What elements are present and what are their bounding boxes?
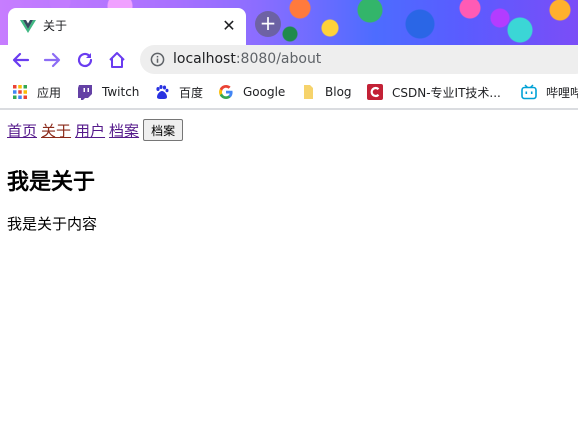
forward-button[interactable] xyxy=(40,48,64,72)
bookmark-label: Twitch xyxy=(102,85,140,99)
bookmark-twitch[interactable]: Twitch xyxy=(77,82,139,102)
url-text[interactable]: localhost:8080/about xyxy=(173,50,321,68)
nav-link-profile[interactable]: 档案 xyxy=(109,120,139,141)
vue-logo-icon xyxy=(20,20,36,33)
profile-button[interactable]: 档案 xyxy=(143,119,184,141)
active-tab[interactable]: 关于 ✕ xyxy=(8,8,246,45)
browser-toolbar: localhost:8080/about xyxy=(0,45,578,76)
home-icon xyxy=(109,52,125,68)
home-button[interactable] xyxy=(105,48,129,72)
twitch-icon xyxy=(78,85,92,100)
folder-icon xyxy=(304,85,313,99)
back-button[interactable] xyxy=(9,48,33,72)
baidu-icon xyxy=(156,85,169,99)
new-tab-button[interactable]: + xyxy=(255,11,281,37)
bookmark-label: 百度 xyxy=(179,85,204,100)
bookmarks-bar: 应用 Twitch 百度 Google Blog CSDN-专业IT技术... … xyxy=(0,76,578,108)
nav-link-about[interactable]: 关于 xyxy=(41,120,71,141)
bookmark-label: 哔哩哔 xyxy=(546,85,578,100)
bookmark-label: 应用 xyxy=(37,85,62,100)
tab-strip: 关于 ✕ + xyxy=(0,0,578,45)
tab-close-icon[interactable]: ✕ xyxy=(220,17,238,35)
bookmark-label: CSDN-专业IT技术... xyxy=(392,85,501,100)
page-content: 首页 关于 用户 档案 档案 我是关于 我是关于内容 xyxy=(0,110,578,427)
bookmark-label: Blog xyxy=(325,85,352,99)
info-icon[interactable] xyxy=(150,52,165,67)
reload-icon xyxy=(77,52,93,68)
bilibili-icon xyxy=(521,84,537,100)
bookmark-csdn[interactable]: CSDN-专业IT技术... xyxy=(367,82,501,102)
address-bar[interactable]: localhost:8080/about xyxy=(140,45,578,74)
url-path: :8080/about xyxy=(235,51,322,67)
apps-grid-icon xyxy=(13,85,27,99)
url-host: localhost xyxy=(173,51,236,67)
csdn-icon xyxy=(367,84,383,100)
page-heading: 我是关于 xyxy=(7,170,96,195)
bookmark-baidu[interactable]: 百度 xyxy=(154,82,203,102)
bookmark-google[interactable]: Google xyxy=(218,82,285,102)
google-icon xyxy=(219,85,233,99)
nav-link-home[interactable]: 首页 xyxy=(7,120,37,141)
nav-link-user[interactable]: 用户 xyxy=(75,120,105,141)
page-body-text: 我是关于内容 xyxy=(7,215,98,233)
tab-title: 关于 xyxy=(43,19,68,33)
browser-chrome: 关于 ✕ + localhost:8080/about 应用 Twitch 百度… xyxy=(0,0,578,110)
bookmark-bilibili[interactable]: 哔哩哔 xyxy=(521,82,578,102)
forward-arrow-icon xyxy=(43,52,61,68)
bookmark-label: Google xyxy=(243,85,286,99)
bookmark-blog[interactable]: Blog xyxy=(300,82,352,102)
bookmark-apps[interactable]: 应用 xyxy=(12,82,61,102)
router-nav: 首页 关于 用户 档案 档案 xyxy=(7,119,184,141)
back-arrow-icon xyxy=(12,52,30,68)
reload-button[interactable] xyxy=(73,48,97,72)
